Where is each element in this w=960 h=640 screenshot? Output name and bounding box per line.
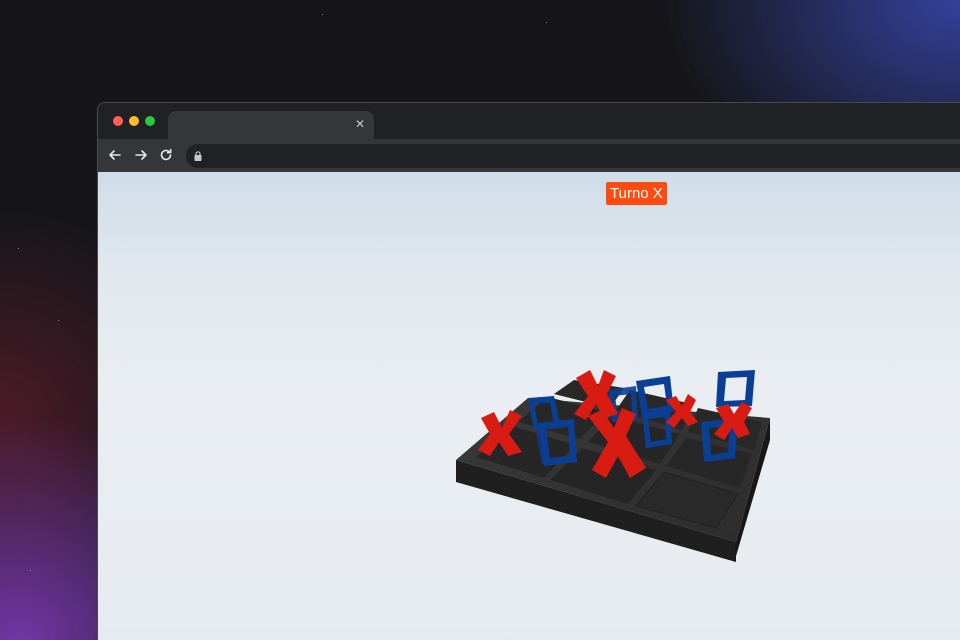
browser-tab[interactable]: ✕	[168, 111, 374, 139]
browser-window: ✕ Turno X	[97, 102, 960, 640]
game-scene[interactable]	[98, 172, 960, 640]
back-arrow-icon[interactable]	[107, 147, 123, 163]
reload-icon[interactable]	[158, 147, 174, 163]
lock-icon	[194, 151, 202, 161]
close-icon[interactable]: ✕	[352, 116, 368, 132]
title-bar: ✕	[98, 103, 960, 139]
minimize-window-button[interactable]	[129, 116, 139, 126]
address-bar[interactable]	[186, 144, 960, 168]
game-viewport[interactable]: Turno X	[98, 172, 960, 640]
browser-toolbar	[98, 139, 960, 172]
maximize-window-button[interactable]	[145, 116, 155, 126]
forward-arrow-icon[interactable]	[133, 147, 149, 163]
close-window-button[interactable]	[113, 116, 123, 126]
